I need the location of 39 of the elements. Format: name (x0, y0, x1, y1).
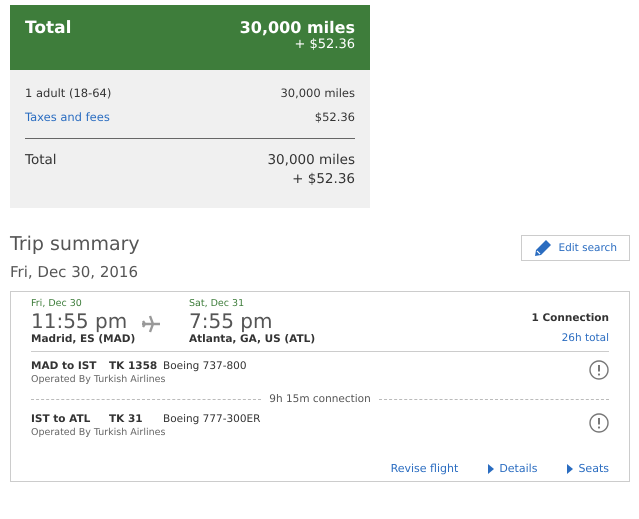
price-label-link[interactable]: Taxes and fees (25, 110, 110, 124)
trip-date: Fri, Dec 30, 2016 (10, 263, 139, 281)
price-value: $52.36 (314, 110, 355, 124)
total-miles: 30,000 miles (267, 151, 355, 170)
flight-link[interactable]: Revise flight (390, 462, 458, 475)
total-fees: + $52.36 (294, 37, 355, 52)
flight-number: TK 31 (109, 413, 144, 425)
total-fees: + $52.36 (292, 170, 355, 189)
operator-text: Operated By Turkish Airlines (31, 374, 166, 385)
total-miles: 30,000 miles (240, 18, 355, 37)
arrive-time: 7:55 pm (189, 309, 274, 333)
arrive-city: Atlanta, GA, US (ATL) (189, 333, 316, 345)
caret-icon (488, 464, 494, 474)
segment-route: MAD to IST (31, 360, 98, 372)
pencil-icon (534, 239, 552, 257)
connection-count: 1 Connection (532, 312, 609, 324)
operator-text: Operated By Turkish Airlines (31, 427, 166, 438)
total-title: Total (25, 18, 72, 40)
price-value: 30,000 miles (280, 86, 355, 100)
flight-link[interactable]: Details (488, 462, 538, 475)
alert-icon[interactable] (589, 413, 609, 433)
depart-city: Madrid, ES (MAD) (31, 333, 136, 345)
arrive-date: Sat, Dec 31 (189, 298, 246, 309)
caret-icon (567, 464, 574, 474)
aircraft-type: Boeing 777-300ER (163, 413, 260, 425)
flight-link[interactable]: Seats (567, 462, 609, 475)
alert-icon[interactable] (589, 360, 609, 380)
price-label: 1 adult (18-64) (25, 86, 112, 100)
aircraft-type: Boeing 737-800 (163, 360, 247, 372)
segment-route: IST to ATL (31, 413, 92, 425)
depart-date: Fri, Dec 30 (31, 298, 83, 309)
total-duration: 26h total (562, 332, 609, 344)
flight-number: TK 1358 (109, 360, 158, 372)
total-label: Total (25, 151, 57, 170)
section-heading: Trip summary (10, 233, 140, 255)
depart-time: 11:55 pm (31, 309, 128, 333)
airplane-icon (141, 314, 161, 334)
layover-duration: 9h 15m connection (269, 393, 371, 405)
edit-search-button[interactable]: Edit search (521, 235, 630, 261)
